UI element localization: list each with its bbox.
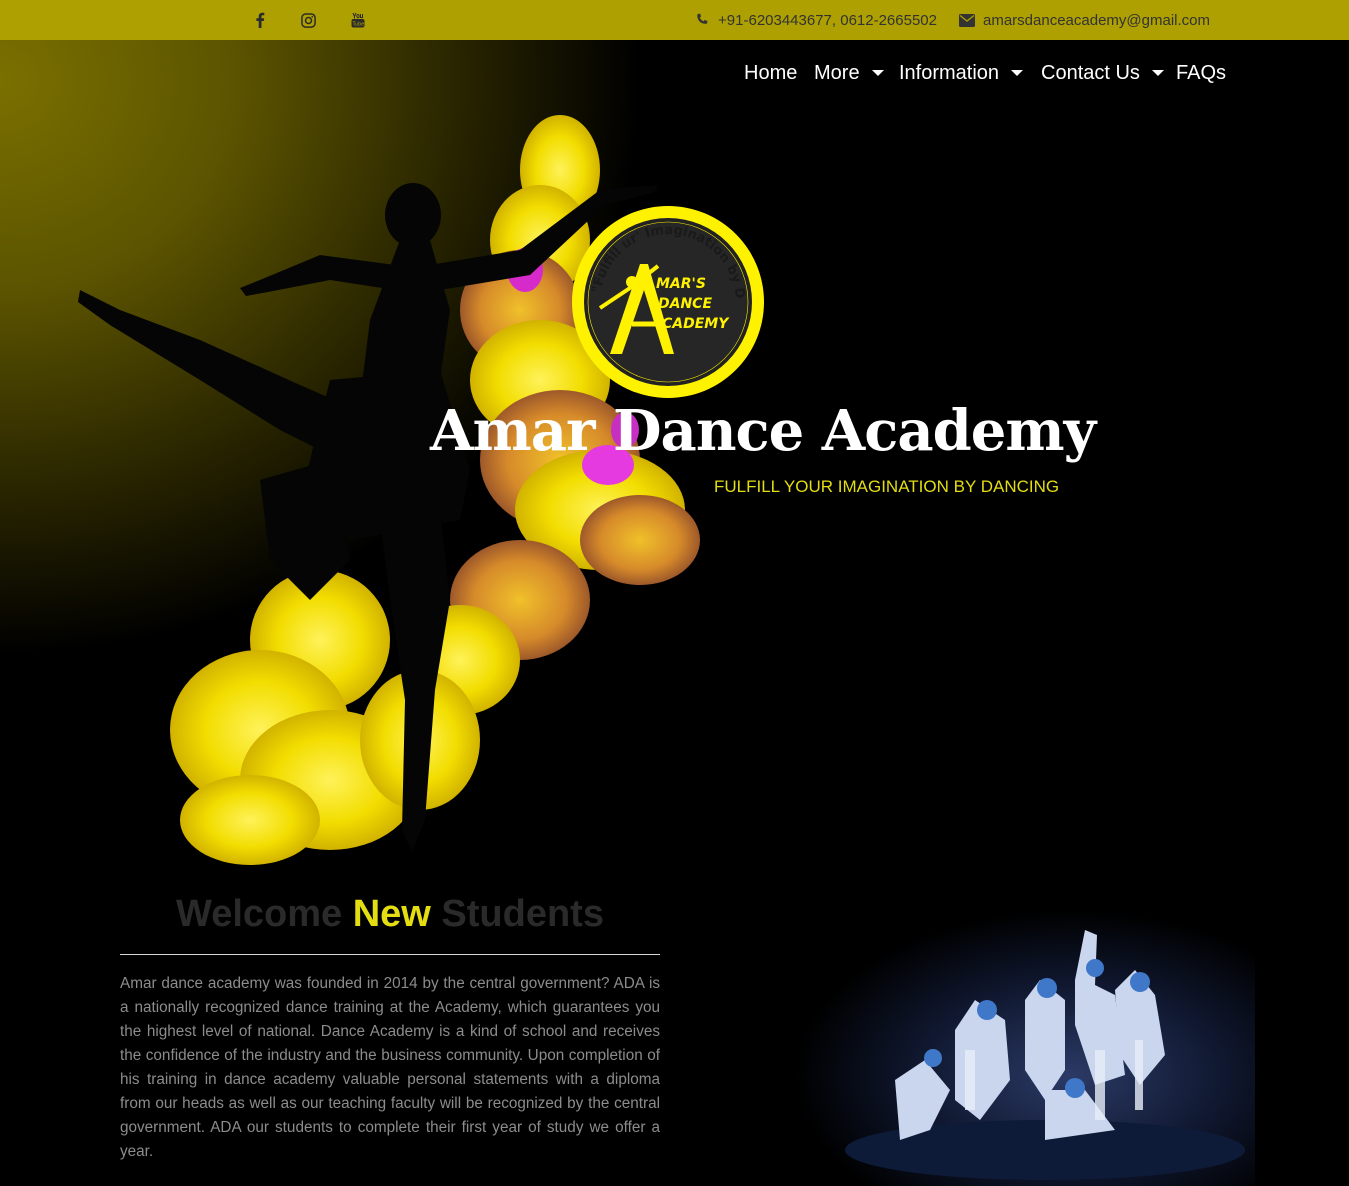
dance-group-photo (795, 910, 1255, 1186)
nav-contact-us[interactable]: Contact Us (1041, 60, 1164, 86)
nav-more[interactable]: More (814, 60, 884, 86)
nav-information[interactable]: Information (899, 60, 1024, 86)
welcome-title: Welcome New Students (120, 893, 660, 936)
hero-subtitle: FULFILL YOUR IMAGINATION BY DANCING (714, 477, 1060, 496)
welcome-title-part2: Students (430, 893, 604, 935)
nav-faqs[interactable]: FAQs (1176, 60, 1226, 86)
svg-text:CADEMY: CADEMY (662, 316, 730, 332)
email-link[interactable]: amarsdanceacademy@gmail.com (983, 12, 1210, 29)
instagram-icon[interactable] (298, 10, 318, 30)
youtube-icon[interactable]: Tube (348, 10, 368, 30)
svg-text:DANCE: DANCE (658, 296, 712, 312)
contact-info: +91-6203443677, 0612-2665502 amarsdancea… (694, 0, 1210, 40)
nav-more-label: More (814, 61, 860, 84)
nav-information-label: Information (899, 61, 1000, 84)
nav-faqs-label: FAQs (1176, 61, 1227, 84)
welcome-body: Amar dance academy was founded in 2014 b… (120, 975, 660, 1160)
phone-icon (694, 12, 710, 28)
svg-text:Tube: Tube (352, 22, 365, 28)
main-nav: Home More Information Contact Us FAQs (0, 40, 1349, 106)
facebook-icon[interactable] (250, 10, 270, 30)
chevron-down-icon (871, 70, 884, 76)
hero-title: Amar Dance Academy (430, 398, 1096, 464)
top-bar: Tube +91-6203443677, 0612-2665502 amarsd… (0, 0, 1349, 40)
chevron-down-icon (1151, 70, 1164, 76)
divider (120, 954, 660, 955)
svg-text:MAR'S: MAR'S (656, 276, 706, 292)
envelope-icon (959, 12, 975, 28)
academy-logo: "Fulfill ur' Imagination by Dancing" MAR… (570, 204, 764, 398)
nav-contact-us-label: Contact Us (1041, 61, 1140, 84)
welcome-title-highlight: New (352, 893, 431, 935)
chevron-down-icon (1011, 70, 1024, 76)
nav-home-label: Home (744, 61, 798, 84)
phone-numbers[interactable]: +91-6203443677, 0612-2665502 (718, 12, 937, 29)
welcome-title-part1: Welcome (176, 893, 353, 935)
nav-home[interactable]: Home (744, 60, 797, 86)
